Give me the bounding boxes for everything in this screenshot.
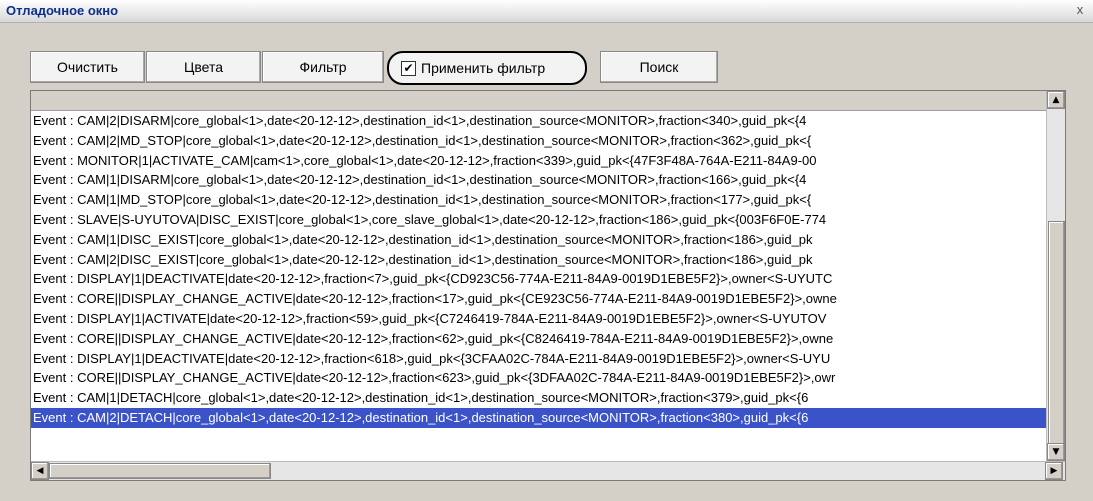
log-row[interactable]: Event : CORE||DISPLAY_CHANGE_ACTIVE|date…	[31, 368, 1047, 388]
log-row[interactable]: Event : CAM|1|DISARM|core_global<1>,date…	[31, 170, 1047, 190]
horizontal-scrollbar[interactable]: ◀ ▶	[31, 461, 1065, 480]
colors-button[interactable]: Цвета	[146, 51, 261, 83]
log-row[interactable]: Event : CAM|1|DETACH|core_global<1>,date…	[31, 388, 1047, 408]
log-row[interactable]: Event : DISPLAY|1|ACTIVATE|date<20-12-12…	[31, 309, 1047, 329]
log-row[interactable]: Event : CAM|2|MD_STOP|core_global<1>,dat…	[31, 131, 1047, 151]
checkbox-icon[interactable]: ✔	[401, 61, 416, 76]
vertical-scroll-thumb[interactable]	[1048, 221, 1065, 447]
log-row[interactable]: Event : CAM|2|DETACH|core_global<1>,date…	[31, 407, 1047, 428]
close-icon[interactable]: x	[1073, 2, 1087, 18]
vertical-scrollbar[interactable]: ▲ ▼	[1046, 91, 1065, 461]
clear-button[interactable]: Очистить	[30, 51, 145, 83]
log-row[interactable]: Event : DISPLAY|1|DEACTIVATE|date<20-12-…	[31, 269, 1047, 289]
log-row[interactable]: Event : CORE||DISPLAY_CHANGE_ACTIVE|date…	[31, 329, 1047, 349]
log-row[interactable]: Event : CAM|1|MD_STOP|core_global<1>,dat…	[31, 190, 1047, 210]
scroll-left-icon[interactable]: ◀	[31, 462, 49, 480]
search-button[interactable]: Поиск	[600, 51, 718, 83]
list-header	[31, 91, 1047, 111]
debug-log-list[interactable]: Event : CAM|2|DISARM|core_global<1>,date…	[30, 90, 1066, 481]
log-rows[interactable]: Event : CAM|2|DISARM|core_global<1>,date…	[31, 111, 1047, 460]
log-row[interactable]: Event : CORE||DISPLAY_CHANGE_ACTIVE|date…	[31, 289, 1047, 309]
window-title: Отладочное окно	[6, 3, 119, 18]
log-row[interactable]: Event : MONITOR|1|ACTIVATE_CAM|cam<1>,co…	[31, 151, 1047, 171]
scroll-up-icon[interactable]: ▲	[1047, 91, 1065, 109]
window-titlebar: Отладочное окно x	[0, 0, 1093, 23]
log-row[interactable]: Event : DISPLAY|1|DEACTIVATE|date<20-12-…	[31, 349, 1047, 369]
horizontal-scroll-thumb[interactable]	[49, 463, 271, 479]
log-row[interactable]: Event : SLAVE|S-UYUTOVA|DISC_EXIST|core_…	[31, 210, 1047, 230]
scroll-down-icon[interactable]: ▼	[1047, 443, 1065, 461]
scroll-right-icon[interactable]: ▶	[1045, 462, 1063, 480]
log-row[interactable]: Event : CAM|1|DISC_EXIST|core_global<1>,…	[31, 230, 1047, 250]
apply-filter-label: Применить фильтр	[421, 60, 546, 76]
filter-button[interactable]: Фильтр	[262, 51, 384, 83]
log-row[interactable]: Event : CAM|2|DISC_EXIST|core_global<1>,…	[31, 250, 1047, 270]
apply-filter-toggle[interactable]: ✔ Применить фильтр	[387, 51, 587, 85]
toolbar: Очистить Цвета Фильтр ✔ Применить фильтр…	[0, 40, 800, 85]
log-row[interactable]: Event : CAM|2|DISARM|core_global<1>,date…	[31, 111, 1047, 131]
